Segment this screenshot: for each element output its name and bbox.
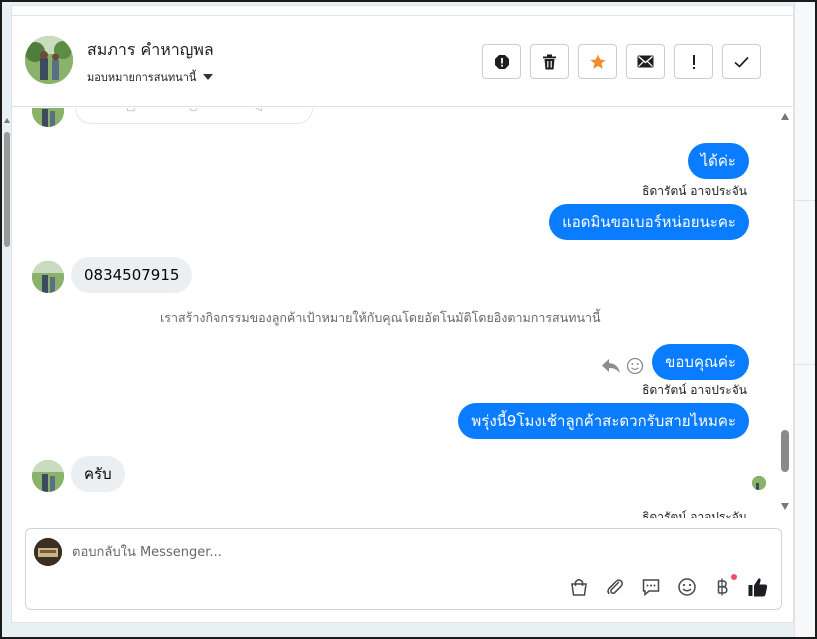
reply-composer bbox=[25, 528, 782, 610]
shopping-bag-icon bbox=[571, 579, 587, 596]
baht-icon bbox=[717, 578, 728, 596]
products-button[interactable] bbox=[567, 575, 591, 599]
send-like-button[interactable] bbox=[746, 575, 770, 599]
envelope-icon bbox=[637, 55, 654, 68]
square-icon: ▢ bbox=[126, 108, 135, 113]
mark-unread-button[interactable] bbox=[626, 44, 665, 79]
right-side-panel-edge bbox=[794, 2, 815, 637]
outgoing-message[interactable]: ได้ค่ะ bbox=[687, 143, 749, 179]
delete-button[interactable] bbox=[530, 44, 569, 79]
outgoing-message[interactable]: ขอบคุณค่ะ bbox=[652, 344, 749, 380]
sender-name: ธิดารัตน์ อาจประจัน bbox=[642, 184, 747, 198]
thread-scrollbar[interactable] bbox=[778, 108, 792, 518]
page-avatar bbox=[34, 538, 62, 566]
circle-icon: ○ bbox=[189, 108, 198, 113]
scroll-down-arrow-icon[interactable] bbox=[781, 503, 789, 510]
divider bbox=[794, 364, 815, 365]
alert-octagon-icon bbox=[494, 54, 509, 69]
reply-icon[interactable] bbox=[601, 358, 621, 374]
mark-spam-button[interactable] bbox=[482, 44, 521, 79]
caret-down-icon bbox=[203, 74, 214, 80]
left-scroll-handle[interactable] bbox=[4, 132, 10, 247]
assign-conversation-dropdown[interactable]: มอบหมายการสนทนานี้ bbox=[87, 68, 214, 86]
contact-mini-avatar bbox=[32, 108, 64, 127]
incoming-message[interactable]: ครับ bbox=[71, 456, 125, 492]
star-icon bbox=[590, 54, 605, 69]
attachment-preview-card[interactable]: ▢ ○ ◁ bbox=[75, 108, 313, 124]
outgoing-message[interactable]: พรุ่งนี้9โมงเช้าลูกค้าสะดวกรับสายไหมคะ bbox=[458, 403, 749, 439]
message-thread[interactable]: ▢ ○ ◁ ได้ค่ะ ธิดารัตน์ อาจประจัน แอดมินข… bbox=[12, 108, 772, 518]
incoming-message[interactable]: 0834507915 bbox=[71, 257, 193, 293]
mark-done-button[interactable] bbox=[722, 44, 761, 79]
sender-name: ธิดารัตน์ อาจประจัน bbox=[642, 510, 747, 518]
scroll-thumb[interactable] bbox=[781, 430, 789, 472]
contact-name[interactable]: สมภาร คำหาญพล bbox=[87, 38, 214, 63]
exclamation-icon bbox=[692, 54, 695, 69]
emoji-button[interactable] bbox=[675, 575, 699, 599]
trash-icon bbox=[543, 54, 556, 69]
left-scroll-arrow-icon[interactable] bbox=[4, 118, 10, 123]
paperclip-icon bbox=[607, 579, 623, 595]
system-notice: เราสร้างกิจกรรมของลูกค้าเป้าหมายให้กับคุ… bbox=[160, 310, 601, 325]
payment-button[interactable] bbox=[710, 575, 734, 599]
checkmark-icon bbox=[734, 56, 749, 68]
emoji-icon bbox=[678, 578, 696, 596]
outgoing-message[interactable]: แอดมินขอเบอร์หน่อยนะคะ bbox=[549, 204, 749, 240]
divider bbox=[794, 200, 815, 201]
sender-name: ธิดารัตน์ อาจประจัน bbox=[642, 383, 747, 397]
back-triangle-icon: ◁ bbox=[254, 108, 262, 113]
chat-bubble-icon bbox=[642, 579, 660, 597]
contact-mini-avatar bbox=[32, 460, 64, 492]
assign-label: มอบหมายการสนทนานี้ bbox=[87, 71, 197, 84]
contact-mini-avatar bbox=[32, 261, 64, 293]
attach-button[interactable] bbox=[603, 575, 627, 599]
scroll-up-arrow-icon[interactable] bbox=[781, 113, 789, 120]
thumbs-up-icon bbox=[748, 578, 768, 597]
star-button[interactable] bbox=[578, 44, 617, 79]
seen-receipt-avatar bbox=[752, 476, 766, 490]
app-window: สมภาร คำหาญพล มอบหมายการสนทนานี้ ได้ค่ะ … bbox=[0, 0, 817, 639]
saved-replies-button[interactable] bbox=[639, 575, 663, 599]
conversation-header: สมภาร คำหาญพล มอบหมายการสนทนานี้ bbox=[12, 15, 793, 107]
react-emoji-icon[interactable] bbox=[626, 357, 644, 375]
contact-avatar[interactable] bbox=[25, 36, 73, 84]
follow-up-button[interactable] bbox=[674, 44, 713, 79]
reply-input[interactable] bbox=[72, 539, 752, 565]
notification-dot bbox=[731, 574, 737, 580]
